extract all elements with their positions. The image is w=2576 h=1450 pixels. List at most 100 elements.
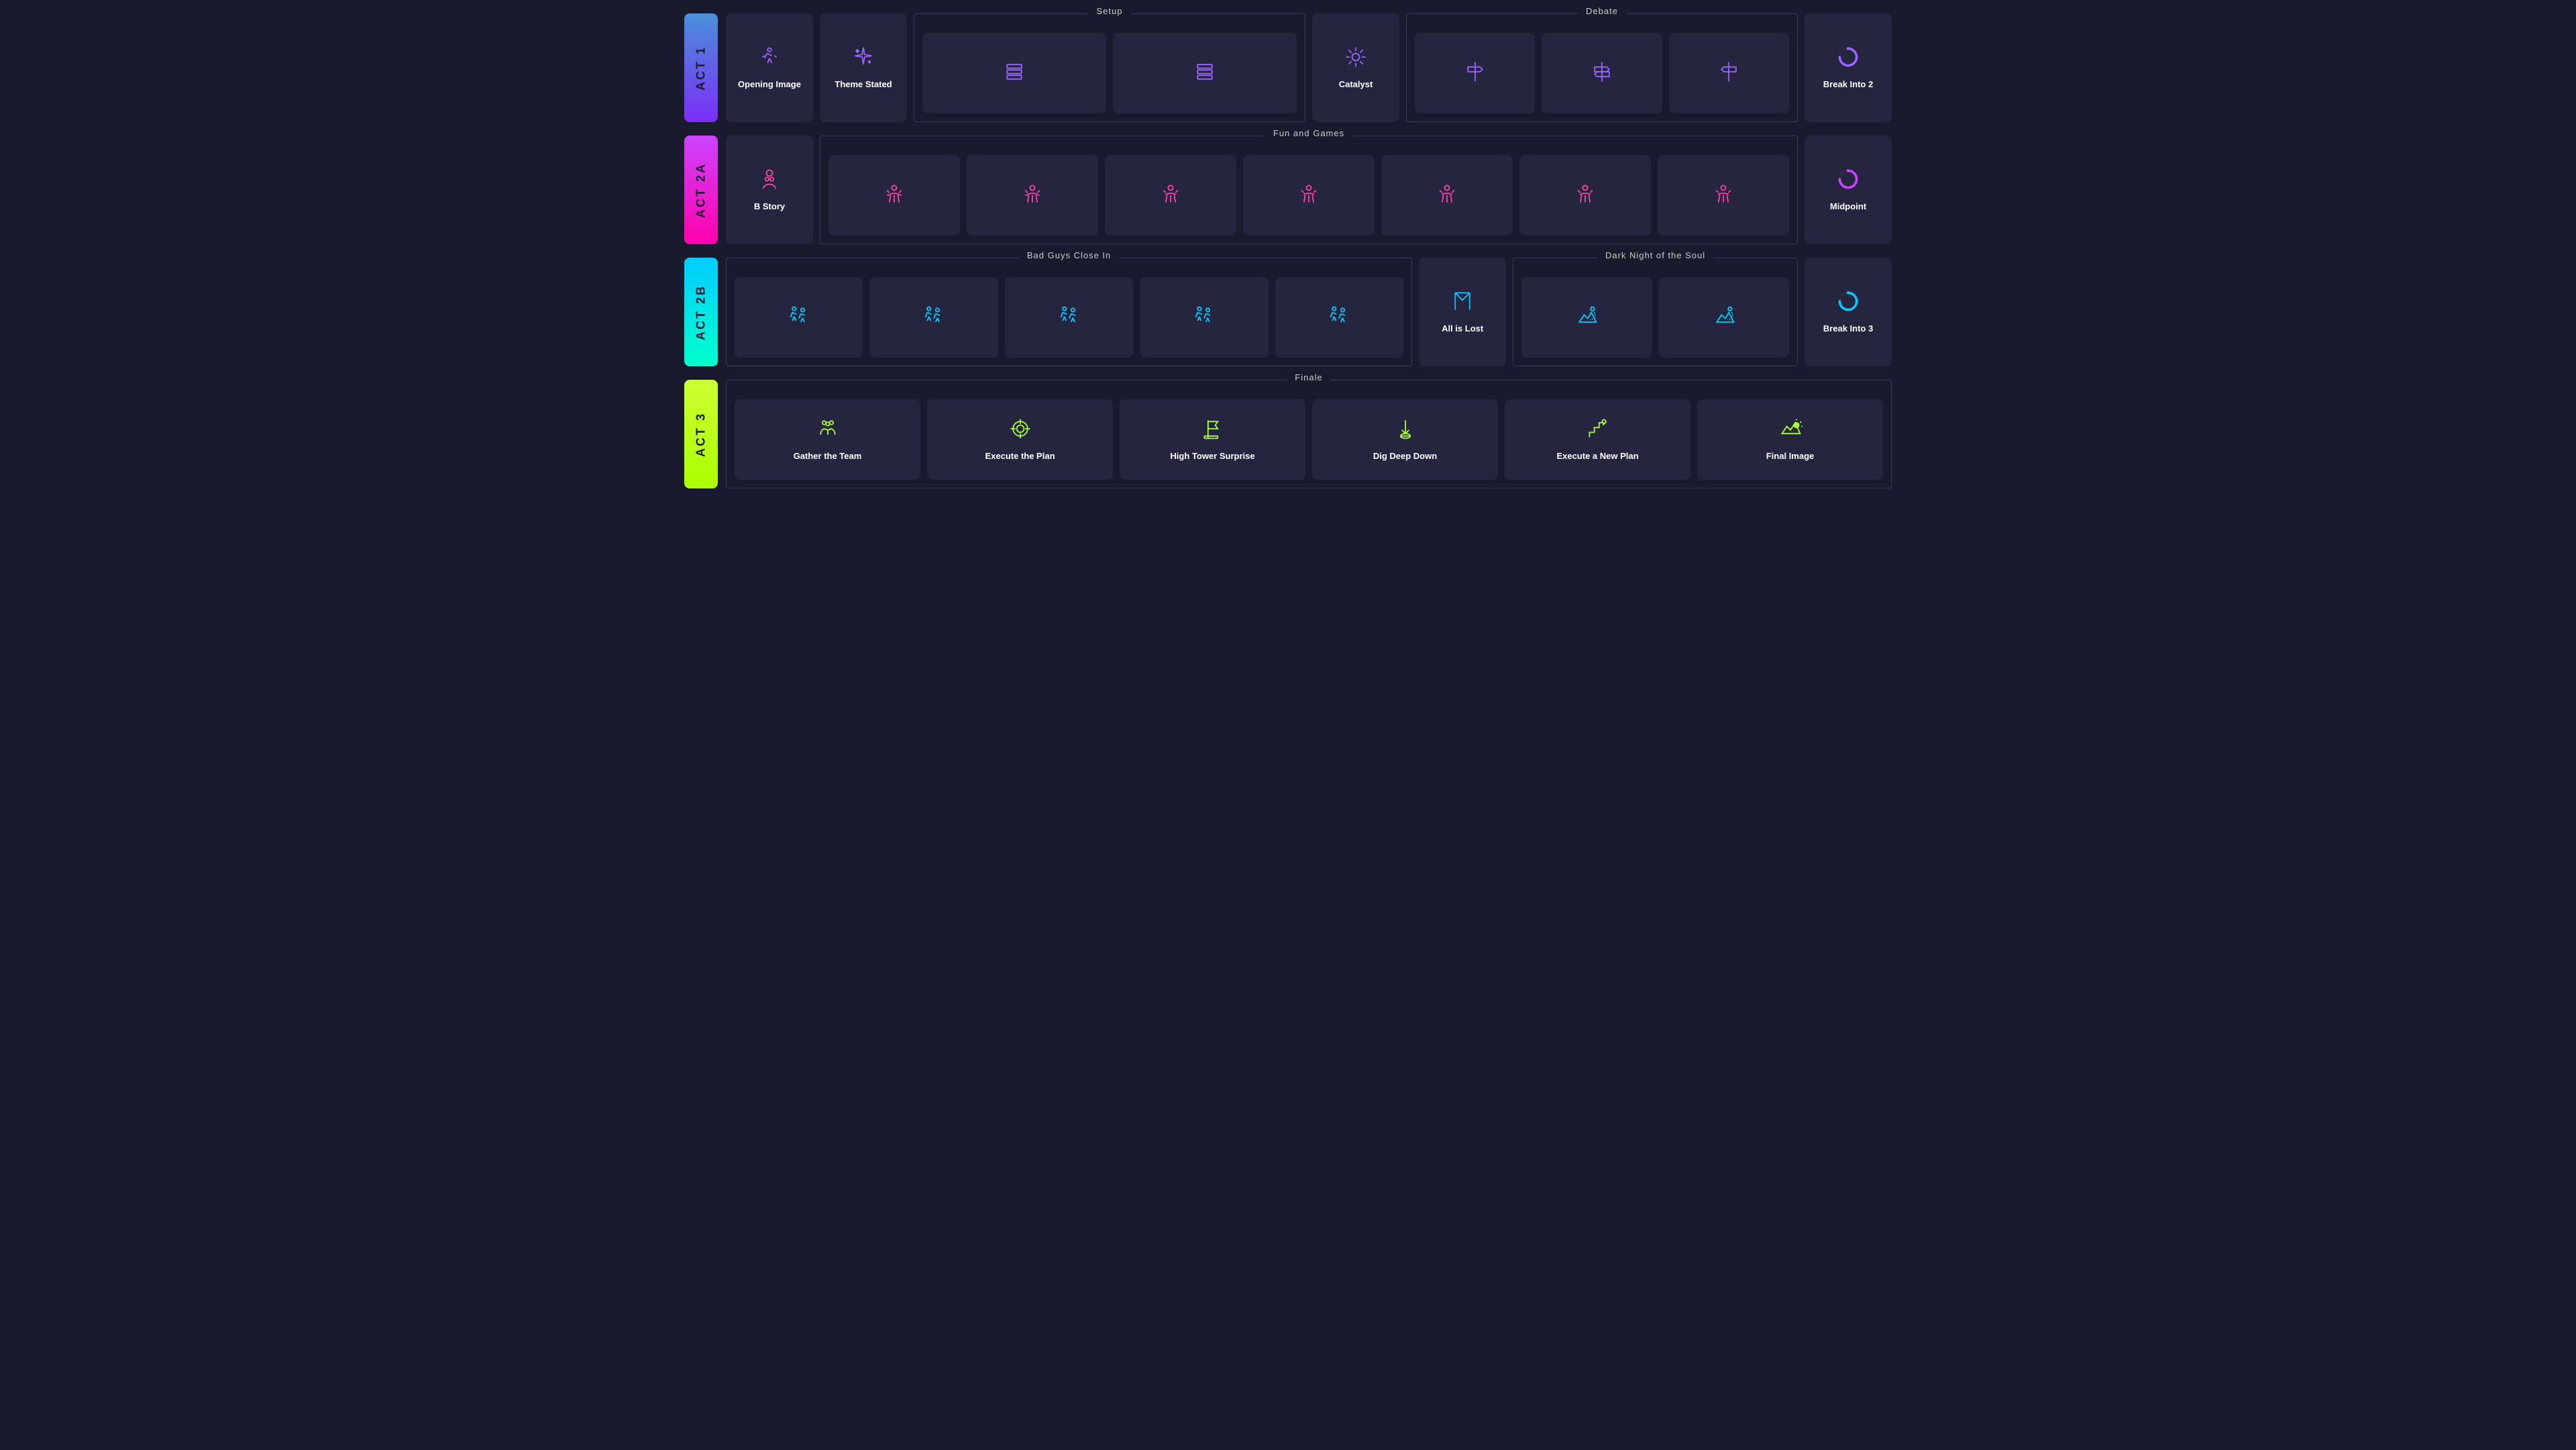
fag-card-6[interactable] bbox=[1519, 155, 1651, 236]
bgci-card-3[interactable] bbox=[1005, 277, 1133, 358]
midpoint-card[interactable]: Midpoint bbox=[1805, 136, 1892, 244]
fag-card-2[interactable] bbox=[967, 155, 1098, 236]
setup-card-2[interactable] bbox=[1113, 33, 1297, 113]
runners-icon-4 bbox=[1192, 304, 1216, 331]
opening-image-label: Opening Image bbox=[738, 79, 801, 91]
celebration-icon-3 bbox=[1159, 182, 1183, 209]
fun-and-games-section: Fun and Games bbox=[820, 136, 1798, 244]
debate-card-3[interactable] bbox=[1669, 33, 1789, 113]
setup-card-1[interactable] bbox=[922, 33, 1106, 113]
fag-card-7[interactable] bbox=[1658, 155, 1789, 236]
fag-card-4[interactable] bbox=[1243, 155, 1375, 236]
celebration-icon-4 bbox=[1297, 182, 1321, 209]
theme-stated-label: Theme Stated bbox=[835, 79, 892, 91]
act1-cards: Opening Image Theme Stated Setu bbox=[726, 13, 1892, 122]
execute-new-plan-card[interactable]: Execute a New Plan bbox=[1505, 399, 1690, 480]
story-structure-board: ACT 1 Opening Image bbox=[684, 13, 1892, 488]
celebration-icon-7 bbox=[1711, 182, 1735, 209]
fag-card-3[interactable] bbox=[1105, 155, 1236, 236]
runners-icon-2 bbox=[922, 304, 946, 331]
dark-night-label: Dark Night of the Soul bbox=[1597, 250, 1713, 260]
team-icon bbox=[816, 417, 840, 444]
spinner-cyan-icon bbox=[1836, 289, 1860, 317]
bgci-cards bbox=[735, 277, 1403, 358]
break-into-2-label: Break Into 2 bbox=[1823, 79, 1873, 91]
b-story-label: B Story bbox=[754, 201, 785, 213]
runners-icon-5 bbox=[1327, 304, 1351, 331]
finale-label: Finale bbox=[1287, 372, 1330, 382]
act3-row: ACT 3 Finale bbox=[684, 380, 1892, 488]
execute-plan-card[interactable]: Execute the Plan bbox=[927, 399, 1113, 480]
setup-label: Setup bbox=[1089, 6, 1131, 16]
execute-plan-label: Execute the Plan bbox=[985, 451, 1055, 462]
dnis-card-1[interactable] bbox=[1521, 277, 1652, 358]
high-tower-card[interactable]: High Tower Surprise bbox=[1120, 399, 1305, 480]
finale-cards: Gather the Team bbox=[735, 399, 1883, 480]
stack-icon-1 bbox=[1002, 60, 1026, 87]
running-icon bbox=[757, 45, 782, 72]
target-icon bbox=[1008, 417, 1032, 444]
final-image-card[interactable]: Final Image bbox=[1697, 399, 1883, 480]
fag-card-1[interactable] bbox=[828, 155, 960, 236]
gather-team-card[interactable]: Gather the Team bbox=[735, 399, 920, 480]
break-into-2-card[interactable]: Break Into 2 bbox=[1805, 13, 1892, 122]
celebration-icon-1 bbox=[882, 182, 906, 209]
act3-content: Finale Gather t bbox=[726, 380, 1892, 488]
final-image-label: Final Image bbox=[1766, 451, 1815, 462]
dig-deep-card[interactable]: Dig Deep Down bbox=[1312, 399, 1498, 480]
bgci-card-2[interactable] bbox=[869, 277, 998, 358]
act2b-label: ACT 2B bbox=[684, 258, 718, 366]
dark-night-section: Dark Night of the Soul bbox=[1513, 258, 1798, 366]
act1-content: Opening Image Theme Stated Setu bbox=[726, 13, 1892, 122]
debate-card-2[interactable] bbox=[1542, 33, 1662, 113]
spinner-pink-icon bbox=[1836, 167, 1860, 195]
debate-label: Debate bbox=[1578, 6, 1626, 16]
signpost-icon-2 bbox=[1590, 60, 1614, 87]
signpost-icon-3 bbox=[1717, 60, 1741, 87]
b-story-card[interactable]: B Story bbox=[726, 136, 813, 244]
fun-games-label: Fun and Games bbox=[1265, 128, 1352, 138]
person-icon bbox=[757, 167, 782, 195]
opening-image-card[interactable]: Opening Image bbox=[726, 13, 813, 122]
act2a-label: ACT 2A bbox=[684, 136, 718, 244]
bgci-card-1[interactable] bbox=[735, 277, 863, 358]
debate-card-1[interactable] bbox=[1415, 33, 1535, 113]
starburst-icon bbox=[1344, 45, 1368, 72]
catalyst-card[interactable]: Catalyst bbox=[1312, 13, 1399, 122]
shovel-icon bbox=[1393, 417, 1417, 444]
gather-team-label: Gather the Team bbox=[794, 451, 862, 462]
moon-mountain-icon-1 bbox=[1574, 304, 1599, 331]
break-into-3-card[interactable]: Break Into 3 bbox=[1805, 258, 1892, 366]
act1-label: ACT 1 bbox=[684, 13, 718, 122]
sunrise-icon bbox=[1778, 417, 1803, 444]
flag-icon bbox=[1201, 417, 1225, 444]
act3-label: ACT 3 bbox=[684, 380, 718, 488]
act2a-row: ACT 2A B Story bbox=[684, 136, 1892, 244]
all-is-lost-card[interactable]: All is Lost bbox=[1419, 258, 1506, 366]
moon-mountain-icon-2 bbox=[1712, 304, 1736, 331]
bgci-section: Bad Guys Close In bbox=[726, 258, 1412, 366]
fun-games-cards bbox=[828, 155, 1789, 236]
break-into-3-label: Break Into 3 bbox=[1823, 323, 1873, 335]
dnis-card-2[interactable] bbox=[1659, 277, 1789, 358]
celebration-icon-6 bbox=[1573, 182, 1597, 209]
celebration-icon-2 bbox=[1020, 182, 1044, 209]
stack-icon-2 bbox=[1193, 60, 1217, 87]
fag-card-5[interactable] bbox=[1381, 155, 1513, 236]
theme-stated-card[interactable]: Theme Stated bbox=[820, 13, 907, 122]
act2a-cards: B Story Fun and Games bbox=[726, 136, 1892, 244]
spinner-purple-icon bbox=[1836, 45, 1860, 72]
act2b-row: ACT 2B Bad Guys Close In bbox=[684, 258, 1892, 366]
bgci-card-5[interactable] bbox=[1275, 277, 1403, 358]
curtain-icon bbox=[1450, 289, 1474, 317]
debate-inner-cards bbox=[1415, 33, 1789, 113]
finale-section: Finale Gather t bbox=[726, 380, 1892, 488]
runners-icon-3 bbox=[1057, 304, 1081, 331]
sparkle-icon bbox=[851, 45, 875, 72]
runners-icon-1 bbox=[787, 304, 811, 331]
dig-deep-label: Dig Deep Down bbox=[1373, 451, 1437, 462]
act1-row: ACT 1 Opening Image bbox=[684, 13, 1892, 122]
bgci-card-4[interactable] bbox=[1140, 277, 1268, 358]
execute-new-plan-label: Execute a New Plan bbox=[1556, 451, 1638, 462]
stairs-icon bbox=[1586, 417, 1610, 444]
